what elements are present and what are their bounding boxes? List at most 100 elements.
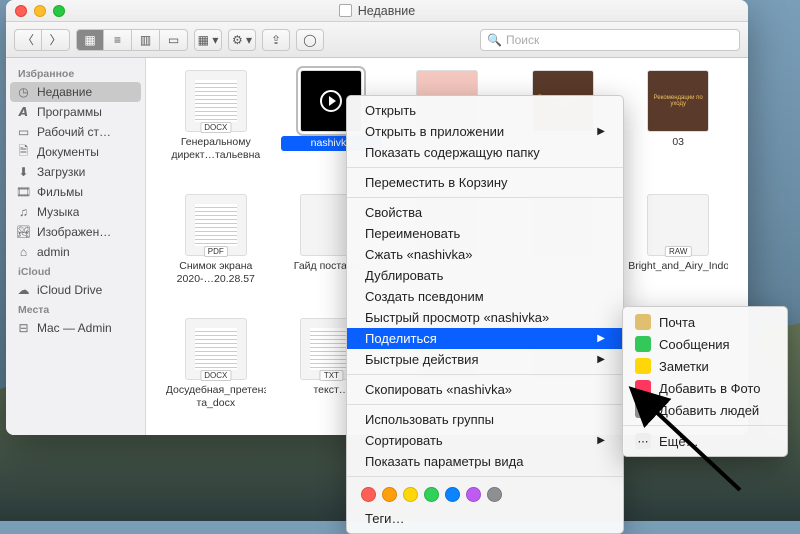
sidebar-item[interactable]: ☁iCloud Drive	[6, 280, 145, 300]
menu-item-label: Переименовать	[365, 226, 460, 241]
messages-icon	[635, 336, 651, 352]
home-icon: ⌂	[16, 246, 31, 259]
menu-item-label: Сортировать	[365, 433, 443, 448]
share-menu-item[interactable]: Сообщения	[623, 333, 787, 355]
context-menu-item[interactable]: Поделиться▶	[347, 328, 623, 349]
share-item-label: Добавить в Фото	[659, 381, 760, 396]
search-input[interactable]: 🔍 Поиск	[480, 29, 740, 51]
file-item[interactable]: Досудебная_претензия_…та_docx	[162, 318, 270, 435]
file-thumb	[185, 194, 247, 256]
share-item-label: Ещё…	[659, 434, 699, 449]
menu-separator	[347, 476, 623, 477]
menu-item-label: Быстрый просмотр «nashivka»	[365, 310, 549, 325]
menu-item-label: Создать псевдоним	[365, 289, 484, 304]
context-menu-item[interactable]: Скопировать «nashivka»	[347, 379, 623, 400]
tags-menu-item[interactable]: Теги…	[347, 508, 623, 529]
file-item[interactable]: Генеральному директ…тальевна	[162, 70, 270, 190]
context-menu-item[interactable]: Показать параметры вида	[347, 451, 623, 472]
music-icon: ♫	[16, 206, 31, 219]
share-menu-item[interactable]: Заметки	[623, 355, 787, 377]
share-menu-item[interactable]: Почта	[623, 311, 787, 333]
context-menu-item[interactable]: Быстрый просмотр «nashivka»	[347, 307, 623, 328]
file-name: Генеральному директ…тальевна	[166, 136, 266, 161]
gallery-view-button[interactable]: ▭	[160, 29, 188, 51]
window-title-text: Недавние	[358, 4, 415, 18]
back-button[interactable]: 〈	[14, 29, 42, 51]
file-item[interactable]: Bright_and_Airy_Indoor_1	[624, 194, 732, 314]
menu-item-label: Поделиться	[365, 331, 437, 346]
icon-view-button[interactable]: ▦	[76, 29, 104, 51]
apps-icon: 𝘼	[16, 106, 31, 119]
sidebar-item[interactable]: 🗎Документы	[6, 142, 145, 162]
documents-icon: 🗎	[16, 146, 31, 159]
tags-button[interactable]: ◯	[296, 29, 324, 51]
sidebar-item[interactable]: ⌂ admin	[6, 242, 145, 262]
context-menu-item[interactable]: Дублировать	[347, 265, 623, 286]
context-menu-item[interactable]: Переместить в Корзину	[347, 172, 623, 193]
file-thumb: Рекомендации по уходу	[647, 70, 709, 132]
downloads-icon: ⬇	[16, 166, 31, 179]
pictures-icon: 🏞	[16, 226, 31, 239]
context-menu-item[interactable]: Использовать группы	[347, 409, 623, 430]
sidebar-item-label: iCloud Drive	[37, 283, 102, 297]
sidebar-item[interactable]: 𝘼Программы	[6, 102, 145, 122]
share-item-label: Почта	[659, 315, 695, 330]
sidebar-item[interactable]: ◷Недавние	[10, 82, 141, 102]
context-menu-item[interactable]: Создать псевдоним	[347, 286, 623, 307]
chevron-right-icon: ▶	[597, 126, 605, 137]
notes-icon	[635, 358, 651, 374]
sidebar-item[interactable]: ▭Рабочий ст…	[6, 122, 145, 142]
tag-color[interactable]	[361, 487, 376, 502]
context-menu-item[interactable]: Сжать «nashivka»	[347, 244, 623, 265]
sidebar-item[interactable]: 🎞Фильмы	[6, 182, 145, 202]
context-menu-item[interactable]: Открыть	[347, 100, 623, 121]
share-button[interactable]: ⇪	[262, 29, 290, 51]
sidebar-item[interactable]: 🏞Изображен…	[6, 222, 145, 242]
photos-icon	[635, 380, 651, 396]
context-menu: Открыть Открыть в приложении▶ Показать сод…	[346, 95, 624, 534]
tag-color[interactable]	[487, 487, 502, 502]
sidebar-item[interactable]: ⬇Загрузки	[6, 162, 145, 182]
sidebar-item[interactable]: ⊟Mac — Admin	[6, 318, 145, 338]
menu-item-label: Переместить в Корзину	[365, 175, 508, 190]
context-menu-item[interactable]: Быстрые действия▶	[347, 349, 623, 370]
file-name: Снимок экрана 2020-…20.28.57	[166, 260, 266, 285]
tag-color[interactable]	[445, 487, 460, 502]
context-menu-item[interactable]: Открыть в приложении▶	[347, 121, 623, 142]
search-placeholder: Поиск	[506, 33, 539, 47]
forward-button[interactable]: 〉	[42, 29, 70, 51]
share-menu-item[interactable]: Добавить людей	[623, 399, 787, 421]
clock-icon: ◷	[16, 86, 31, 99]
sidebar-item-label: Фильмы	[37, 185, 83, 199]
tag-color[interactable]	[424, 487, 439, 502]
group-menu-button[interactable]: ▦ ▾	[194, 29, 222, 51]
tag-color[interactable]	[466, 487, 481, 502]
share-item-label: Заметки	[659, 359, 709, 374]
list-view-button[interactable]: ≡	[104, 29, 132, 51]
menu-item-label: Открыть	[365, 103, 416, 118]
menu-item-label: Показать содержащую папку	[365, 145, 540, 160]
disk-icon: ⊟	[16, 322, 31, 335]
tag-color[interactable]	[403, 487, 418, 502]
toolbar: 〈 〉 ▦ ≡ ▥ ▭ ▦ ▾ ⚙ ▾ ⇪ ◯ 🔍 Поиск	[6, 22, 748, 58]
file-thumb	[647, 194, 709, 256]
menu-item-label: Использовать группы	[365, 412, 494, 427]
share-menu-item[interactable]: Добавить в Фото	[623, 377, 787, 399]
menu-item-label: Показать параметры вида	[365, 454, 523, 469]
file-item[interactable]: Рекомендации по уходу03	[624, 70, 732, 190]
menu-item-label: Свойства	[365, 205, 422, 220]
view-switcher: ▦ ≡ ▥ ▭	[76, 29, 188, 51]
context-menu-item[interactable]: Показать содержащую папку	[347, 142, 623, 163]
tag-color[interactable]	[382, 487, 397, 502]
file-item[interactable]: Снимок экрана 2020-…20.28.57	[162, 194, 270, 314]
action-menu-button[interactable]: ⚙ ▾	[228, 29, 256, 51]
context-menu-item[interactable]: Переименовать	[347, 223, 623, 244]
share-more-item[interactable]: ⋯Ещё…	[623, 430, 787, 452]
sidebar-item[interactable]: ♫Музыка	[6, 202, 145, 222]
context-menu-item[interactable]: Свойства	[347, 202, 623, 223]
sidebar-item-label: admin	[37, 245, 70, 259]
folder-icon	[339, 4, 352, 17]
column-view-button[interactable]: ▥	[132, 29, 160, 51]
share-item-label: Добавить людей	[659, 403, 759, 418]
context-menu-item[interactable]: Сортировать▶	[347, 430, 623, 451]
